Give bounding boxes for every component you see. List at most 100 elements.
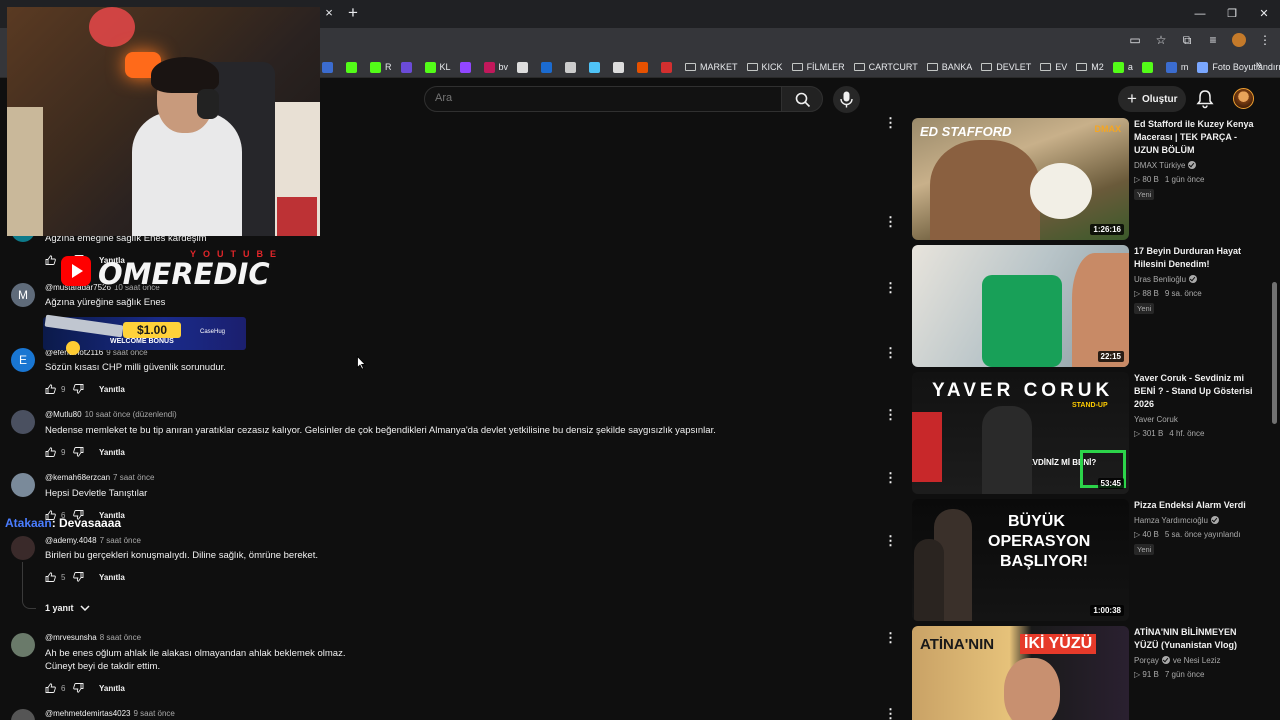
commenter-avatar[interactable] — [11, 709, 35, 720]
comment-author[interactable]: @mehmetdemirtas4023 — [45, 709, 131, 718]
bookmark-t0[interactable]: a — [1112, 59, 1133, 75]
channel-name[interactable]: Yaver Coruk — [1134, 415, 1178, 424]
commenter-avatar[interactable]: E — [11, 348, 35, 372]
voice-search-button[interactable] — [833, 86, 860, 113]
channel-name[interactable]: Hamza Yardımcıoğlu — [1134, 516, 1208, 525]
commenter-avatar[interactable] — [11, 536, 35, 560]
bookmark-t3[interactable]: Foto Boyutlandırıcı — [1197, 59, 1280, 75]
dislike-icon[interactable] — [73, 384, 84, 394]
video-thumbnail[interactable]: BÜYÜK OPERASYON BAŞLIYOR! 1:00:38 — [912, 499, 1129, 621]
recommended-video[interactable]: BÜYÜK OPERASYON BAŞLIYOR! 1:00:38 Pizza Ende… — [912, 499, 1262, 621]
bookmark-13[interactable] — [661, 59, 676, 75]
bookmark-7[interactable] — [517, 59, 532, 75]
reply-button[interactable]: Yanıtla — [99, 684, 125, 693]
comment-menu-icon[interactable]: ⋮ — [884, 281, 897, 295]
bookmark-1[interactable] — [346, 59, 361, 75]
reply-button[interactable]: Yanıtla — [99, 448, 125, 457]
bookmark-folder[interactable]: EV — [1040, 59, 1067, 75]
comment-author[interactable]: @kemah68erzcan — [45, 473, 110, 482]
video-thumbnail[interactable]: ED STAFFORD DMAX 1:26:16 — [912, 118, 1129, 240]
recommended-video[interactable]: ATİNA'NIN İKİ YÜZÜ ATİNA'NIN BİLİNMEYEN YÜ… — [912, 626, 1262, 720]
bookmark-t1[interactable] — [1141, 59, 1157, 75]
search-button[interactable] — [781, 86, 823, 112]
search-box[interactable] — [424, 86, 782, 112]
bookmark-t2[interactable]: m — [1165, 59, 1188, 75]
close-window-button[interactable]: ✕ — [1248, 0, 1280, 28]
bookmark-12[interactable] — [637, 59, 652, 75]
comment-menu-icon[interactable]: ⋮ — [884, 631, 897, 645]
bookmark-10[interactable] — [589, 59, 604, 75]
bookmark-11[interactable] — [613, 59, 628, 75]
bookmark-folder[interactable]: M2 — [1076, 59, 1104, 75]
dislike-icon[interactable] — [73, 572, 84, 582]
bookmark-9[interactable] — [565, 59, 580, 75]
bookmark-folder[interactable]: DEVLET — [981, 59, 1031, 75]
comment-menu-icon[interactable]: ⋮ — [884, 346, 897, 360]
bookmark-5[interactable] — [459, 59, 475, 75]
video-title[interactable]: Ed Stafford ile Kuzey Kenya Macerası | T… — [1134, 118, 1260, 157]
reply-button[interactable]: Yanıtla — [99, 385, 125, 394]
bookmark-folder[interactable]: KICK — [746, 59, 783, 75]
comment-menu-icon[interactable]: ⋮ — [884, 534, 897, 548]
like-icon[interactable] — [45, 447, 56, 457]
channel-name[interactable]: DMAX Türkiye — [1134, 161, 1185, 170]
comment-timestamp[interactable]: 10 saat önce (düzenlendi) — [85, 410, 177, 419]
dislike-icon[interactable] — [73, 683, 84, 693]
minimize-button[interactable]: — — [1184, 0, 1216, 28]
menu-icon[interactable]: ⋮ — [1258, 33, 1272, 47]
video-thumbnail[interactable]: ATİNA'NIN İKİ YÜZÜ — [912, 626, 1129, 720]
comment-menu-icon[interactable]: ⋮ — [884, 116, 897, 130]
bookmark-3[interactable] — [400, 59, 416, 75]
restore-button[interactable]: ❐ — [1216, 0, 1248, 28]
recommended-video[interactable]: 22:15 17 Beyin Durduran Hayat Hilesini De… — [912, 245, 1262, 367]
video-title[interactable]: ATİNA'NIN BİLİNMEYEN YÜZÜ (Yunanistan Vl… — [1134, 626, 1260, 652]
bookmark-folder[interactable]: BANKA — [926, 59, 972, 75]
video-title[interactable]: Yaver Coruk - Sevdiniz mi BENİ ? - Stand… — [1134, 372, 1260, 411]
profile-avatar[interactable] — [1232, 33, 1246, 47]
scrollbar-thumb[interactable] — [1272, 282, 1277, 424]
comment-timestamp[interactable]: 9 saat önce — [134, 709, 175, 718]
like-icon[interactable] — [45, 255, 56, 265]
notifications-bell-icon[interactable] — [1196, 89, 1214, 109]
comment-menu-icon[interactable]: ⋮ — [884, 707, 897, 720]
star-icon[interactable]: ☆ — [1154, 33, 1168, 47]
channel-name[interactable]: Uras Benlioğlu — [1134, 275, 1186, 284]
account-avatar[interactable] — [1233, 88, 1254, 109]
bookmark-folder[interactable]: MARKET — [685, 59, 738, 75]
comment-menu-icon[interactable]: ⋮ — [884, 408, 897, 422]
recommended-video[interactable]: YAVER CORUK STAND-UP SEVDİNİZ Mİ BENİ? 53:4… — [912, 372, 1262, 494]
channel-name-secondary[interactable]: ve Nesi Leziz — [1173, 656, 1221, 665]
bookmark-folder[interactable]: CARTCURT — [853, 59, 918, 75]
video-title[interactable]: 17 Beyin Durduran Hayat Hilesini Denedim… — [1134, 245, 1260, 271]
comment-author[interactable]: @ademy.4048 — [45, 536, 97, 545]
commenter-avatar[interactable] — [11, 633, 35, 657]
video-thumbnail[interactable]: 22:15 — [912, 245, 1129, 367]
comment-menu-icon[interactable]: ⋮ — [884, 471, 897, 485]
dislike-icon[interactable] — [73, 447, 84, 457]
bookmark-2[interactable]: R — [370, 59, 392, 75]
cast-icon[interactable]: ▭ — [1128, 33, 1142, 47]
bookmark-6[interactable]: bv — [483, 59, 508, 75]
video-thumbnail[interactable]: YAVER CORUK STAND-UP SEVDİNİZ Mİ BENİ? 53:4… — [912, 372, 1129, 494]
create-button[interactable]: + Oluştur — [1118, 86, 1186, 112]
commenter-avatar[interactable] — [11, 473, 35, 497]
bookmark-4[interactable]: KL — [424, 59, 451, 75]
bookmark-folder[interactable]: FİLMLER — [791, 59, 845, 75]
recommended-video[interactable]: ED STAFFORD DMAX 1:26:16 Ed Stafford ile Ku… — [912, 118, 1262, 240]
video-title[interactable]: Pizza Endeksi Alarm Verdi — [1134, 499, 1260, 512]
tab-close-button[interactable]: × — [322, 5, 336, 21]
channel-name[interactable]: Porçay — [1134, 656, 1159, 665]
search-input[interactable] — [435, 92, 765, 104]
comment-timestamp[interactable]: 7 saat önce — [100, 536, 141, 545]
commenter-avatar[interactable]: M — [11, 283, 35, 307]
comment-author[interactable]: @Mutlu80 — [45, 410, 82, 419]
comment-timestamp[interactable]: 8 saat önce — [100, 633, 141, 642]
reply-button[interactable]: Yanıtla — [99, 573, 125, 582]
extensions-icon[interactable]: ⧉ — [1180, 33, 1194, 47]
comment-timestamp[interactable]: 7 saat önce — [113, 473, 154, 482]
bookmarks-more-button[interactable]: » — [1256, 59, 1262, 71]
like-icon[interactable] — [45, 572, 56, 582]
tab-search-icon[interactable]: ≡ — [1206, 33, 1220, 47]
like-icon[interactable] — [45, 384, 56, 394]
like-icon[interactable] — [45, 683, 56, 693]
